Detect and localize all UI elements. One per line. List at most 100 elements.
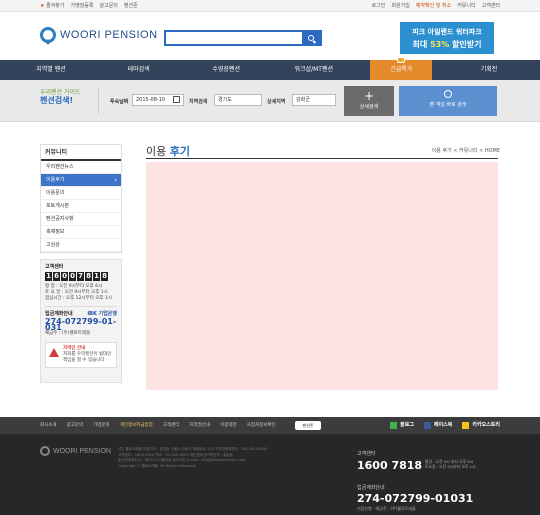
sidebar-item-misc[interactable]: 고심상 [41,239,121,252]
main-nav: 지역별 펜션 테마검색 수영장펜션 워크샵/MT펜션 긴급특가 기획전 [0,57,540,80]
nav-urgent-deals[interactable]: 긴급특가 [370,57,433,80]
footer-link-about[interactable]: 회사소개 [40,417,57,434]
nav-workshop[interactable]: 워크샵/MT펜션 [283,60,345,80]
community-menu: 커뮤니티 우리펜션뉴스 이용후기 이용문의 포토게시판 펜션공지사항 축제정보 … [40,144,122,253]
account-owner: 예금주 : (주)웰로트레블 [45,331,91,336]
warning-box: 지역인 안내 저희를 우리펜션이 법대인 책임을 질 수 있습니다 [45,342,117,368]
footer-link-ad[interactable]: 광고문의 [67,417,84,434]
footer-account-number: 274-072799-01031 [357,492,474,505]
new-badge-icon [397,57,406,63]
facebook-icon [423,422,431,429]
kakaostory-link[interactable]: 카카오스토리 [462,417,500,434]
detail-search-button[interactable]: + 상세검색 [344,86,394,116]
banner-line1: 피크 아일랜드 워터파크 [412,28,482,36]
login-link[interactable]: 로그인 [372,2,386,9]
promo-banner[interactable]: 피크 아일랜드 워터파크 최대 53% 할인받기 [400,22,494,54]
divider [146,158,498,159]
room-search-label: 펜 객실 바로 검색 [429,102,467,108]
nav-pool[interactable]: 수영장펜션 [195,60,257,80]
footer-link-terms[interactable]: 이용약관 [220,417,237,434]
search-box [164,30,322,46]
reservation-check-link[interactable]: 예약확인 및 취소 [416,2,451,9]
sidebar-item-inquiry[interactable]: 이용문의 [41,187,121,200]
site-header: WOORI PENSION 피크 아일랜드 워터파크 최대 53% 할인받기 [0,12,540,60]
footer-account-label: 입금계좌안내 [357,485,385,491]
search-button[interactable] [302,32,320,44]
franchise-link[interactable]: 가맹점등록 [70,2,93,9]
warning-icon [49,348,59,357]
bookmark-label: 즐겨찾기 [46,3,65,9]
review-content-area [146,162,498,390]
cs-title: 고객센터 [45,264,64,270]
page-title: 이용 후기 [146,145,190,158]
sidebar-item-news[interactable]: 우리펜션뉴스 [41,161,121,174]
signup-link[interactable]: 회원가입 [391,2,409,9]
blog-link[interactable]: 블로그 [390,417,414,434]
customer-center-link[interactable]: 고객센터 [482,2,500,9]
sidebar: 커뮤니티 우리펜션뉴스 이용후기 이용문의 포토게시판 펜션공지사항 축제정보 … [40,144,122,383]
footer-cs-label: 고객센터 [357,451,376,457]
search-input[interactable] [166,32,302,44]
ad-inquiry-link[interactable]: 광고문의 [100,2,118,9]
calendar-icon[interactable] [173,96,180,103]
nav-regional[interactable]: 지역별 펜션 [20,60,82,80]
bookmark-link[interactable]: ★ 즐겨찾기 [40,2,64,9]
footer-customer-center: 고객센터 1600 7818 평일 : 오전 9시 부터 오후 6시 토요일 :… [357,450,476,472]
detail-region-label: 상세지역 [267,99,286,105]
social-links: 블로그 페이스북 카카오스토리 [390,417,500,434]
sidebar-title: 커뮤니티 [41,145,121,161]
logo-pin-icon [40,27,56,43]
search-icon [308,35,314,41]
footer-logo: WOORI PENSION [40,446,111,456]
customer-center-box: 고객센터 16007818 평 일 : 오전 9시부터 오후 6시 토 요 일 … [40,259,122,383]
footer-account: 입금계좌안내 274-072799-01031 기업은행 · 예금주 : (주)… [357,484,473,512]
top-utility-bar: ★ 즐겨찾기 가맹점등록 광고문의 펜션존 로그인 회원가입 예약확인 및 취소… [0,0,540,12]
site-footer: WOORI PENSION (주) 웰로트레블 대표이사 : 홍길동 서울시 강… [0,434,540,515]
date-label: 투숙날짜 [110,99,129,105]
nav-urgent-label: 긴급특가 [390,66,413,73]
sidebar-item-reviews[interactable]: 이용후기 [41,174,121,187]
site-logo[interactable]: WOORI PENSION [40,27,158,43]
footer-link-privacy[interactable]: 개인정보취급방침 [120,417,153,434]
logo-text: WOORI PENSION [60,29,158,41]
company-info: (주) 웰로트레블 대표이사 : 홍길동 서울시 강남구 테헤란로 123 사업… [118,447,268,468]
sidebar-item-notice[interactable]: 펜션공지사항 [41,213,121,226]
detail-region-select[interactable]: 강화군 [292,94,336,106]
blog-icon [390,422,398,429]
community-link[interactable]: 커뮤니티 [457,2,475,9]
star-icon: ★ [40,3,45,9]
pension-zone-link[interactable]: 펜션존 [124,2,138,9]
footer-logo-text: WOORI PENSION [53,447,111,455]
facebook-link[interactable]: 페이스북 [423,417,452,434]
divider [98,88,99,114]
divider [45,306,117,307]
brand-big: 펜션검색! [40,96,74,105]
banner-line2: 최대 53% 할인받기 [412,40,482,49]
breadcrumb: 이용 후기 < 커뮤니티 < HOME [431,148,500,154]
sidebar-item-photo[interactable]: 포토게시판 [41,200,121,213]
search-brand: 우리펜션 가이드 펜션검색! [40,89,92,113]
footer-cs-hours: 평일 : 오전 9시 부터 오후 6시 토요일 : 오전 9시부터 오후 1시 [425,459,476,469]
footer-nav: 회사소개 광고문의 가맹문의 개인정보취급방침 고객센터 지적권안내 이용약관 … [0,417,540,434]
footer-link-copyright[interactable]: 지적권안내 [189,417,210,434]
footer-link-franchise[interactable]: 가맹문의 [93,417,110,434]
footer-link-business-info[interactable]: 사업자정보확인 [247,417,276,434]
sidebar-item-festival[interactable]: 축제정보 [41,226,121,239]
search-icon [444,90,452,98]
kakaostory-icon [462,422,470,429]
room-search-button[interactable]: 펜 객실 바로 검색 [399,86,497,116]
cs-phone-number: 16007818 [45,272,108,281]
pension-zone-button[interactable]: 펜션존 [295,421,321,430]
warning-text: 저희를 우리펜션이 법대인 책임을 질 수 있습니다 [63,352,112,363]
region-label: 지역검색 [189,99,208,105]
pension-search-bar: 우리펜션 가이드 펜션검색! 투숙날짜 2015-08-10 지역검색 경기도 … [0,80,540,122]
footer-link-cs[interactable]: 고객센터 [163,417,180,434]
footer-account-owner: 기업은행 · 예금주 : (주)웰로트레블 [357,506,416,511]
footer-cs-number: 1600 7818 [357,459,423,472]
plus-icon: + [363,89,375,103]
logo-pin-icon [40,446,50,456]
region-select[interactable]: 경기도 [214,94,262,106]
nav-special[interactable]: 기획전 [458,60,520,80]
detail-search-label: 상세검색 [359,104,379,110]
nav-theme[interactable]: 테마검색 [108,60,170,80]
